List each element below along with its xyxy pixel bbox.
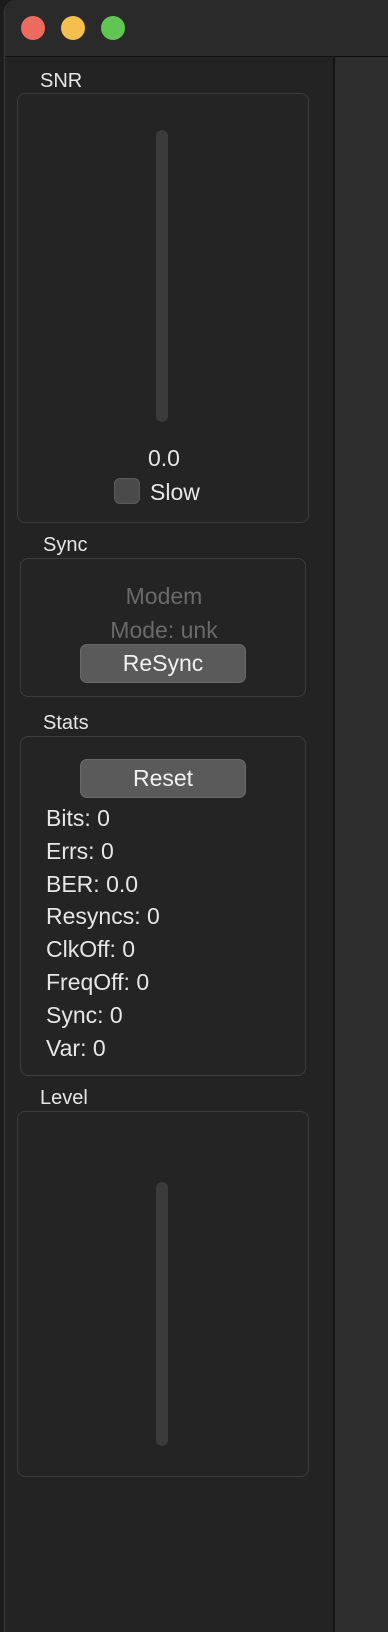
title-bar[interactable] [5, 0, 388, 57]
app-window: SNR 0.0 Slow Sync Modem Mode: unk ReSync… [4, 0, 388, 1632]
maximize-window-button[interactable] [101, 16, 125, 40]
level-group-title: Level [40, 1087, 88, 1109]
snr-group: 0.0 Slow [17, 93, 309, 523]
close-window-button[interactable] [21, 16, 45, 40]
reset-button[interactable]: Reset [80, 759, 246, 798]
stat-freqoff: FreqOff: 0 [46, 969, 150, 995]
stat-errs: Errs: 0 [46, 838, 114, 864]
stat-ber: BER: 0.0 [46, 871, 139, 897]
stat-clkoff: ClkOff: 0 [46, 936, 136, 962]
snr-group-title: SNR [40, 70, 83, 92]
slow-checkbox-label[interactable]: Slow [150, 479, 200, 506]
resync-button[interactable]: ReSync [80, 644, 246, 683]
stat-var: Var: 0 [46, 1035, 106, 1061]
sync-group-title: Sync [43, 534, 88, 556]
modem-label: Modem [125, 583, 203, 609]
main-pane [335, 57, 388, 1632]
stat-resyncs: Resyncs: 0 [46, 903, 160, 929]
slow-checkbox[interactable] [114, 478, 140, 504]
minimize-window-button[interactable] [61, 16, 85, 40]
stat-sync: Sync: 0 [46, 1002, 123, 1028]
sync-group: Modem Mode: unk ReSync [20, 558, 306, 697]
stat-bits: Bits: 0 [46, 805, 110, 831]
stats-group-title: Stats [43, 712, 89, 734]
snr-slider[interactable] [156, 130, 168, 422]
snr-value: 0.0 [148, 445, 180, 471]
level-slider[interactable] [156, 1182, 168, 1446]
modem-mode-label: Mode: unk [110, 617, 218, 643]
level-group [17, 1111, 309, 1477]
